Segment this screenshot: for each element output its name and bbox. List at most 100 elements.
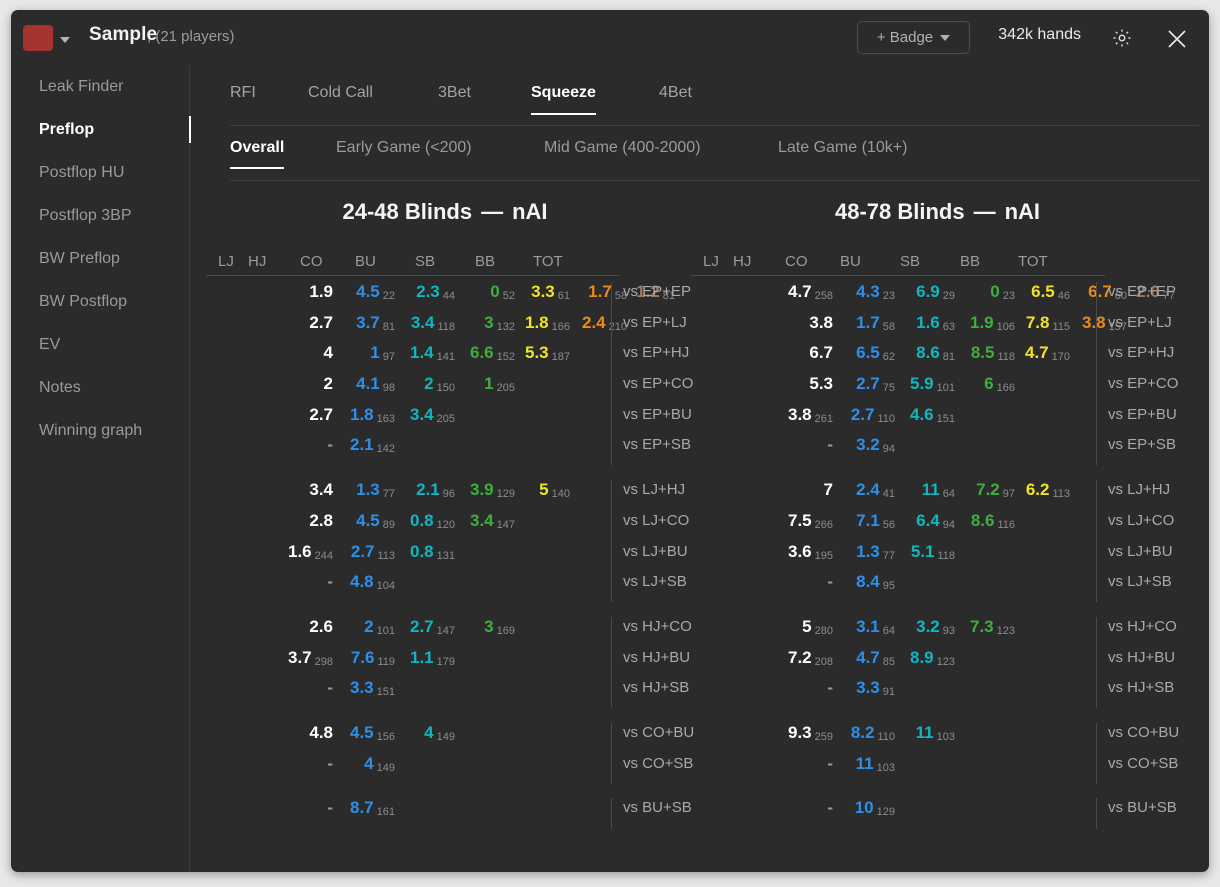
sidebar-item-postflop-3bp[interactable]: Postflop 3BP [11,194,189,237]
stat-cell-tot[interactable]: 5 280 [802,617,833,637]
stat-cell-sb[interactable]: 3.2 93 [916,617,955,637]
stat-cell-sb[interactable]: 4.6 151 [910,405,955,425]
stat-cell-sb[interactable]: 2.1 96 [416,480,455,500]
stat-cell-bu[interactable]: 3 169 [484,617,515,637]
stat-cell-tot[interactable]: 3.6 195 [788,542,833,562]
stat-cell-sb[interactable]: 2 150 [424,374,455,394]
subtab-overall[interactable]: Overall [230,139,285,169]
stat-cell-tot[interactable]: 3.4 [309,480,333,500]
subtab-early-game-200-[interactable]: Early Game (<200) [336,139,472,157]
table-row[interactable]: 4.8 104- vs LJ+SB [200,572,690,617]
stat-cell-bb[interactable]: 2 101 [364,617,395,637]
stat-cell-bb[interactable]: 4.5 22 [356,282,395,302]
tab-3bet[interactable]: 3Bet [438,84,471,102]
stat-cell-bb[interactable]: 3.2 94 [856,435,895,455]
stat-cell-tot[interactable]: 3.8 [809,313,833,333]
stat-cell-bb[interactable]: 1.8 163 [350,405,395,425]
stat-cell-tot[interactable]: - [327,435,333,455]
table-row[interactable]: 3.4 205 1.8 163 2.7 vs EP+BU [200,404,692,436]
sidebar-item-ev[interactable]: EV [11,323,189,366]
stat-cell-tot[interactable]: 4.8 [309,723,333,743]
tab-squeeze[interactable]: Squeeze [531,84,596,115]
stat-cell-co[interactable]: 6.2 113 [1026,480,1070,500]
table-row[interactable]: 7.3 123 3.2 93 3.1 64 5 280 vs HJ+CO [685,616,1190,648]
table-row[interactable]: 1 205 2 150 4.1 98 2 vs EP+CO [200,374,693,406]
stat-cell-bu[interactable]: 8.6 116 [971,511,1015,531]
stat-cell-bb[interactable]: 3.3 151 [350,678,395,698]
stat-cell-bb[interactable]: 4 149 [364,754,395,774]
stat-cell-bb[interactable]: 3.7 81 [356,313,395,333]
stat-cell-co[interactable]: 5.3 187 [525,343,570,363]
stat-cell-tot[interactable]: 2.7 [309,313,333,333]
stat-cell-bb[interactable]: 2.7 110 [851,405,895,425]
stat-cell-sb[interactable]: 6.9 29 [916,282,955,302]
table-row[interactable]: 4 149 4.5 156 4.8 vs CO+BU [200,722,694,754]
color-swatch[interactable] [23,25,53,51]
stat-cell-bu[interactable]: 6 166 [984,374,1015,394]
stat-cell-co[interactable]: 3.3 61 [531,282,570,302]
stat-cell-bb[interactable]: 4.8 104 [350,572,395,592]
close-icon[interactable] [1165,27,1189,51]
stat-cell-co[interactable]: 1.8 166 [525,313,570,333]
table-row[interactable]: 8.9 123 4.7 85 7.2 208 vs HJ+BU [685,647,1190,679]
sidebar-item-bw-postflop[interactable]: BW Postflop [11,280,189,323]
stat-cell-bb[interactable]: 3.1 64 [856,617,895,637]
stat-cell-sb[interactable]: 5.9 101 [910,374,955,394]
stat-cell-tot[interactable]: 2.6 [309,617,333,637]
stat-cell-sb[interactable]: 1.6 63 [916,313,955,333]
stat-cell-bb[interactable]: 2.7 75 [856,374,895,394]
tab-4bet[interactable]: 4Bet [659,84,692,102]
table-row[interactable]: 2.1 142- vs EP+SB [200,435,691,480]
stat-cell-bu[interactable]: 6.6 152 [470,343,515,363]
stat-cell-sb[interactable]: 6.4 94 [916,511,955,531]
stat-cell-bu[interactable]: 3 132 [484,313,515,333]
stat-cell-tot[interactable]: - [327,754,333,774]
stat-cell-bb[interactable]: 2.4 41 [856,480,895,500]
stat-cell-sb[interactable]: 2.3 44 [416,282,455,302]
stat-cell-tot[interactable]: - [327,572,333,592]
stat-cell-sb[interactable]: 11 103 [916,723,955,743]
table-row[interactable]: 2.4 210 1.8 166 3 132 3.4 118 3.7 81 2.7 vs EP+LJ [200,312,690,344]
stat-cell-tot[interactable]: 3.8 261 [788,405,833,425]
tab-cold-call[interactable]: Cold Call [308,84,373,102]
stat-cell-co[interactable]: 4.7 170 [1025,343,1070,363]
stat-cell-sb[interactable]: 0.8 120 [410,511,455,531]
table-row[interactable]: 11 103 - vs CO+SB [685,753,1190,799]
stat-cell-bb[interactable]: 3.3 91 [856,678,895,698]
sidebar-item-postflop-hu[interactable]: Postflop HU [11,151,189,194]
stat-cell-sb[interactable]: 3.4 205 [410,405,455,425]
stat-cell-tot[interactable]: 9.3 259 [788,723,833,743]
stat-cell-tot[interactable]: 4 [324,343,333,363]
stat-cell-sb[interactable]: 8.9 123 [910,648,955,668]
table-row[interactable]: 3.3 151- vs HJ+SB [200,678,690,723]
stat-cell-tot[interactable]: - [827,754,833,774]
stat-cell-bb[interactable]: 8.2 110 [851,723,895,743]
table-row[interactable]: 3.8 157 7.8 115 1.9 106 1.6 63 1.7 58 3.8 vs EP+LJ [685,312,1190,344]
stat-cell-sb[interactable]: 3.4 118 [411,313,455,333]
stat-cell-tot[interactable]: 6.7 [809,343,833,363]
table-row[interactable]: 4.7 170 8.5 118 8.6 81 6.5 62 6.7 vs EP+HJ [685,343,1190,375]
stat-cell-sb[interactable]: 1.4 141 [410,343,455,363]
stat-cell-sb[interactable]: 8.6 81 [916,343,955,363]
stat-cell-bu[interactable]: 0 52 [490,282,515,302]
stat-cell-bu[interactable]: 7.3 123 [970,617,1015,637]
table-row[interactable]: 6.2 113 7.2 97 11 64 2.4 41 7 vs LJ+HJ [685,480,1190,512]
table-row[interactable]: 8.4 95 - vs LJ+SB [685,572,1190,617]
table-row[interactable]: 1.1 179 7.6 119 3.7 298 vs HJ+BU [200,647,690,679]
tab-rfi[interactable]: RFI [230,84,256,102]
table-row[interactable]: 2.6 77 6.7 60 6.5 46 0 23 6.9 29 4.3 23 4.7 258 vs EP+… [685,282,1190,313]
sidebar-item-winning-graph[interactable]: Winning graph [11,409,189,452]
stat-cell-bb[interactable]: 4.7 85 [856,648,895,668]
stat-cell-sb[interactable]: 5.1 118 [911,542,955,562]
stat-cell-tot[interactable]: 2 [324,374,333,394]
stat-cell-tot[interactable]: 4.7 258 [788,282,833,302]
table-row[interactable]: 4.6 151 2.7 110 3.8 261 vs EP+BU [685,404,1190,436]
stat-cell-sb[interactable]: 0.8 131 [410,542,455,562]
chevron-down-icon[interactable] [60,37,70,43]
stat-cell-bb[interactable]: 1.3 77 [356,480,395,500]
stat-cell-hj[interactable]: 2.4 210 [582,313,627,333]
stat-cell-bb[interactable]: 2.7 113 [351,542,395,562]
stat-cell-bb[interactable]: 7.1 56 [856,511,895,531]
stat-cell-bb[interactable]: 7.6 119 [351,648,395,668]
stat-cell-tot[interactable]: 5.3 [809,374,833,394]
